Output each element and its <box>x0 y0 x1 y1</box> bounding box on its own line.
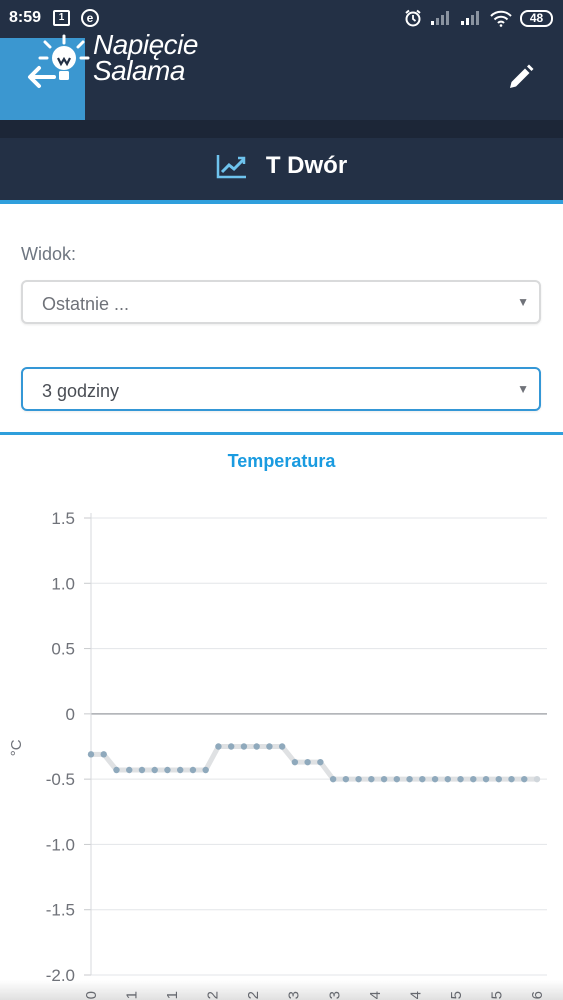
logo-text: Napięcie Salama <box>93 31 198 86</box>
view-label: Widok: <box>21 244 77 264</box>
data-point <box>304 758 311 766</box>
data-point <box>521 775 528 783</box>
page-title: T Dwór <box>265 152 348 179</box>
range-select-value: 3 godziny <box>42 381 120 401</box>
logo-line-2: Salama <box>93 55 185 86</box>
dropdown-arrow-icon: ▼ <box>517 382 529 396</box>
view-select-value: Ostatnie ... <box>42 294 130 314</box>
x-tick-label: 2 <box>245 991 262 999</box>
y-tick-label: 1.5 <box>51 509 75 528</box>
notification-calendar-icon: 1 <box>53 10 70 26</box>
data-point <box>457 775 464 783</box>
section-divider <box>0 432 563 435</box>
data-point <box>253 743 260 750</box>
signal-icon-2 <box>461 11 479 25</box>
lightbulb-logo-icon <box>38 34 90 80</box>
data-point <box>189 766 197 774</box>
data-point <box>113 766 120 774</box>
data-point <box>164 766 171 774</box>
data-point <box>138 766 146 774</box>
data-point <box>317 758 324 766</box>
y-axis-label: °C <box>8 739 25 756</box>
data-point <box>355 775 362 783</box>
app-bar: Napięcie Salama <box>0 31 563 120</box>
series-line <box>91 744 537 782</box>
status-time: 8:59 <box>9 9 42 26</box>
data-point <box>431 775 439 783</box>
x-tick-label: 0 <box>83 991 100 999</box>
y-tick-label: -1.5 <box>46 901 75 920</box>
data-point <box>533 775 541 783</box>
data-point <box>508 775 515 783</box>
x-tick-label: 1 <box>124 991 141 999</box>
data-point <box>393 775 401 783</box>
x-tick-label: 2 <box>205 991 222 999</box>
data-point <box>482 775 490 783</box>
data-point <box>329 775 337 783</box>
chart-title: Temperatura <box>227 451 336 471</box>
line-chart-icon <box>216 155 246 179</box>
data-point <box>368 775 375 783</box>
edit-button[interactable] <box>505 61 537 93</box>
data-point <box>87 751 95 758</box>
title-bar: T Dwór <box>0 138 563 204</box>
y-tick-label: -2.0 <box>46 966 75 985</box>
x-tick-label: 5 <box>448 991 465 999</box>
y-tick-label: 1.0 <box>51 574 75 593</box>
x-tick-label: 1 <box>164 991 181 999</box>
toolbar-strip <box>0 120 563 138</box>
y-tick-label: -1.0 <box>46 835 75 854</box>
data-point <box>215 743 222 750</box>
data-point <box>495 775 502 783</box>
app-logo: Napięcie Salama <box>34 30 214 90</box>
data-point <box>100 751 107 758</box>
data-point <box>444 775 451 783</box>
data-point <box>342 775 350 783</box>
y-tick-label: 0.5 <box>51 640 75 659</box>
data-point <box>240 743 248 750</box>
pencil-icon <box>510 64 534 88</box>
temperature-chart: 1.5 1.0 0.5 0 -0.5 -1.0 -1.5 -2.0 °C 0 1 1 2 2 3 3 4 4 5 5 6 <box>8 509 547 999</box>
data-point <box>227 743 235 750</box>
data-point <box>202 766 209 774</box>
y-tick-label: -0.5 <box>46 770 75 789</box>
data-point <box>278 743 286 750</box>
x-tick-label: 3 <box>286 991 303 999</box>
notification-e-icon: e <box>81 9 99 27</box>
status-icons: 48 <box>404 9 553 27</box>
data-point <box>380 775 388 783</box>
signal-icon <box>431 11 449 25</box>
data-point <box>266 743 273 750</box>
battery-icon: 48 <box>520 9 553 27</box>
view-select[interactable]: Ostatnie ... ▼ <box>21 280 541 324</box>
data-point <box>126 766 133 774</box>
x-tick-label: 4 <box>407 991 424 999</box>
data-point <box>419 775 426 783</box>
x-tick-label: 6 <box>529 991 546 999</box>
range-select[interactable]: 3 godziny ▼ <box>21 367 541 411</box>
dropdown-arrow-icon: ▼ <box>517 295 529 309</box>
wifi-icon <box>490 10 512 27</box>
data-point <box>151 766 158 774</box>
data-point <box>406 775 413 783</box>
x-tick-label: 4 <box>367 991 384 999</box>
data-point <box>291 758 299 766</box>
x-tick-label: 3 <box>326 991 343 999</box>
data-point <box>470 775 477 783</box>
y-tick-label: 0 <box>66 705 75 724</box>
alarm-icon <box>405 9 421 27</box>
data-point <box>177 766 184 774</box>
x-tick-label: 5 <box>488 991 505 999</box>
